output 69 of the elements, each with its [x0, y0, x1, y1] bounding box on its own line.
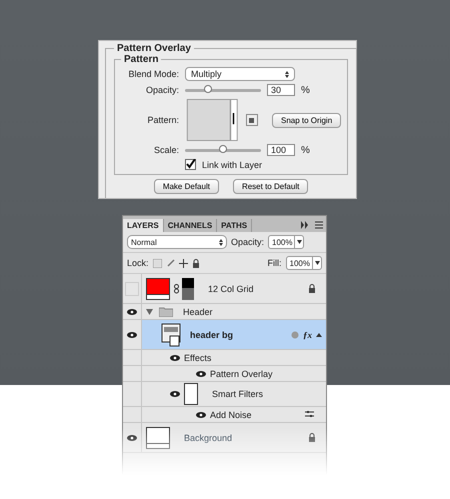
opacity-field[interactable]: 30	[267, 84, 295, 96]
move-icon[interactable]	[178, 258, 188, 268]
layer-mask-thumbnail	[182, 278, 194, 300]
expand-triangle-icon[interactable]	[146, 308, 153, 314]
layer-name: header bg	[190, 330, 234, 340]
unit-label: %	[301, 84, 310, 96]
layer-name: 12 Col Grid	[208, 284, 254, 294]
field-label: Lock:	[127, 258, 149, 268]
panel-tab[interactable]: CHANNELS	[164, 219, 218, 232]
eye-icon[interactable]	[170, 354, 180, 360]
visibility-toggle[interactable]	[125, 282, 139, 296]
fill-field[interactable]: 100%	[286, 256, 322, 270]
dialog-button[interactable]: Make Default	[154, 179, 219, 194]
link-checkbox[interactable]	[185, 159, 196, 170]
pattern-swatch[interactable]	[185, 99, 240, 141]
blend-mode-select[interactable]: Multiply	[185, 67, 295, 81]
unit-label: %	[301, 144, 310, 156]
dropdown-caret-icon[interactable]	[312, 257, 321, 269]
group-title: Pattern	[123, 54, 160, 65]
field-label: Opacity:	[231, 237, 264, 247]
layer-row[interactable]: Background	[123, 423, 326, 453]
field-label: Opacity:	[144, 85, 179, 95]
eye-icon[interactable]	[196, 370, 206, 376]
layer-name: Smart Filters	[212, 389, 264, 399]
layer-row[interactable]: Pattern Overlay	[123, 366, 326, 382]
panel-tab[interactable]: PATHS	[217, 219, 252, 232]
layer-name: Header	[183, 306, 213, 316]
opacity-field[interactable]: 100%	[268, 235, 304, 249]
brush-icon[interactable]	[166, 258, 175, 268]
dropdown-caret-icon[interactable]	[294, 236, 304, 248]
smart-object-icon	[291, 330, 299, 338]
stepper-arrows-icon	[219, 238, 223, 246]
layer-row[interactable]: Effects	[123, 350, 326, 366]
eye-icon[interactable]	[127, 332, 137, 338]
eye-icon[interactable]	[196, 412, 206, 418]
section-title: Pattern Overlay	[116, 43, 192, 54]
collapse-triangle-icon[interactable]	[316, 332, 322, 336]
filter-options-icon[interactable]	[305, 411, 314, 418]
layer-name: Pattern Overlay	[210, 368, 273, 378]
eye-icon[interactable]	[170, 391, 180, 397]
field-label: Fill:	[268, 258, 282, 268]
layer-row[interactable]: 12 Col Grid	[123, 274, 326, 304]
chain-link-icon[interactable]	[174, 284, 179, 294]
field-label: Blend Mode:	[127, 69, 179, 79]
fx-icon: ƒx	[303, 330, 312, 340]
eye-icon[interactable]	[127, 434, 137, 440]
smart-object-thumbnail	[160, 322, 182, 346]
new-preset-icon[interactable]	[246, 114, 258, 126]
eye-icon[interactable]	[127, 308, 137, 314]
layer-name: Add Noise	[210, 410, 252, 420]
dialog-button[interactable]: Reset to Default	[232, 179, 308, 194]
scale-field[interactable]: 100	[267, 144, 295, 156]
checkbox-label: Link with Layer	[202, 160, 262, 170]
layer-row[interactable]: Add Noise	[123, 407, 326, 423]
panel-tab[interactable]: LAYERS	[123, 219, 164, 232]
panel-menu-icon[interactable]	[301, 221, 323, 229]
layer-row[interactable]: Header	[123, 304, 326, 320]
field-label: Pattern:	[146, 115, 179, 125]
stepper-arrows-icon	[285, 70, 289, 78]
snap-to-origin-button[interactable]: Snap to Origin	[272, 112, 342, 128]
blend-mode-select[interactable]: Normal	[127, 235, 227, 249]
filter-mask-thumbnail	[184, 383, 198, 405]
field-label: Scale:	[152, 145, 179, 155]
layer-name: Effects	[184, 352, 212, 362]
layer-row[interactable]: Smart Filters	[123, 382, 326, 407]
folder-icon	[159, 306, 173, 316]
layer-name: Background	[184, 432, 232, 442]
lock-icon[interactable]	[192, 258, 200, 268]
layer-row[interactable]: header bg ƒx	[123, 320, 326, 350]
